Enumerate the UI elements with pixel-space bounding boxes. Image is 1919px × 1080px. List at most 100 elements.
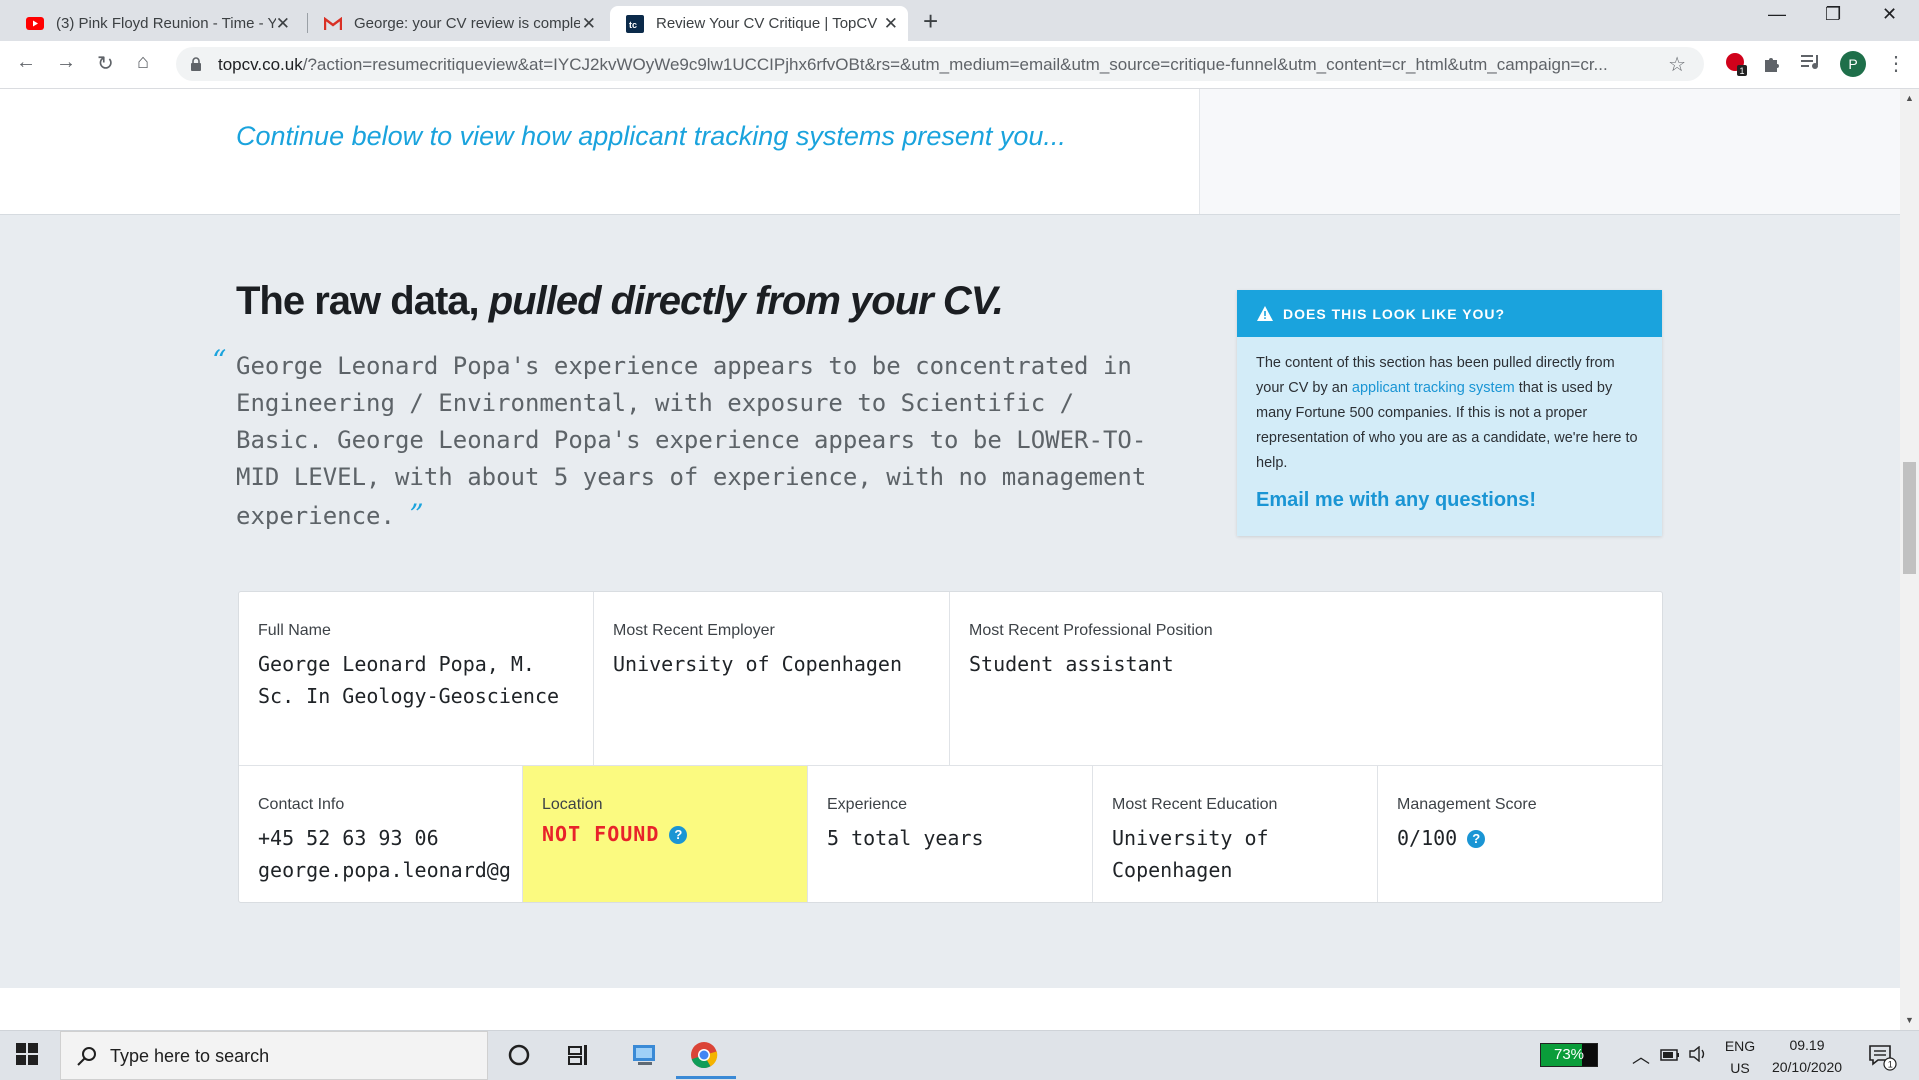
contact-cell: Contact Info +45 52 63 93 06 george.popa… [239,766,523,902]
close-tab-icon[interactable]: ✕ [884,14,898,34]
location-cell: Location NOT FOUND? [523,766,808,902]
file-manager-icon[interactable] [632,1043,658,1072]
callout-heading: DOES THIS LOOK LIKE YOU? [1283,305,1506,322]
contact-phone: +45 52 63 93 06 [258,826,439,850]
email-questions-link[interactable]: Email me with any questions! [1256,488,1643,513]
tab-title: Review Your CV Critique | TopCV [656,15,878,32]
search-placeholder: Type here to search [110,1046,270,1066]
restore-icon[interactable]: ❐ [1825,4,1841,25]
battery-indicator[interactable]: 73% [1540,1043,1598,1067]
full-name-cell: Full Name George Leonard Popa, M. Sc. In… [239,592,594,766]
notification-center-icon[interactable]: 1 [1869,1045,1897,1076]
volume-icon[interactable] [1689,1045,1709,1067]
topcv-icon: tc [626,14,644,33]
power-status-icon[interactable] [1660,1048,1680,1066]
tab-title: (3) Pink Floyd Reunion - Time - Y [56,15,276,32]
management-value: 0/100 [1397,826,1458,850]
previous-section: Continue below to view how applicant tra… [0,89,1900,215]
page-scrollbar[interactable]: ▲ ▼ [1900,89,1919,1030]
experience-cell: Experience 5 total years [808,766,1093,902]
window-close-icon[interactable]: ✕ [1882,4,1897,25]
field-label: Full Name [258,622,331,639]
tab-gmail[interactable]: George: your CV review is comple ✕ [308,6,606,41]
field-label: Most Recent Education [1112,796,1278,813]
field-label: Contact Info [258,796,345,813]
open-quote-icon: “ [212,344,227,377]
gmail-icon [324,15,342,33]
tray-chevron-icon[interactable]: ︿ [1632,1043,1650,1069]
svg-text:1: 1 [1888,1060,1893,1070]
field-label: Location [542,796,603,813]
extensions-puzzle-icon[interactable] [1762,53,1782,78]
contact-email: george.popa.leonard@g [258,858,511,882]
page-viewport: Continue below to view how applicant tra… [0,89,1900,1030]
svg-text:1: 1 [1740,66,1745,76]
employer-value: University of Copenhagen [613,652,902,676]
management-cell: Management Score 0/100? [1378,766,1662,902]
windows-taskbar: Type here to search 73% ︿ ENG US 09.19 2… [0,1030,1919,1080]
forward-icon[interactable]: → [56,51,76,74]
scroll-up-icon[interactable]: ▲ [1905,93,1914,103]
does-this-look-like-you-panel: DOES THIS LOOK LIKE YOU? The content of … [1237,290,1662,536]
scroll-thumb[interactable] [1903,462,1916,574]
chrome-taskbar-icon[interactable] [690,1041,718,1074]
input-language[interactable]: ENG US [1720,1038,1760,1076]
lock-icon [191,57,201,71]
profile-avatar[interactable]: P [1840,51,1866,77]
warning-icon [1257,306,1273,321]
browser-toolbar: ← → ↻ ⌂ topcv.co.uk/?action=resumecritiq… [0,41,1919,89]
cortana-icon[interactable] [508,1044,530,1071]
ats-link[interactable]: applicant tracking system [1352,380,1515,396]
tab-youtube[interactable]: (3) Pink Floyd Reunion - Time - Y ✕ [8,6,300,41]
next-section [0,988,1900,1030]
address-bar[interactable]: topcv.co.uk/?action=resumecritiqueview&a… [176,47,1704,81]
home-icon[interactable]: ⌂ [137,51,149,74]
clock[interactable]: 09.19 20/10/2020 [1766,1037,1848,1075]
ats-summary-quote: “ George Leonard Popa's experience appea… [212,344,1166,535]
taskbar-search-box[interactable]: Type here to search [60,1031,488,1080]
tab-title: George: your CV review is comple [354,15,580,32]
field-label: Most Recent Employer [613,622,775,639]
close-tab-icon[interactable]: ✕ [276,14,290,34]
employer-cell: Most Recent Employer University of Copen… [594,592,950,766]
education-value: University of Copenhagen [1112,826,1269,882]
field-label: Experience [827,796,908,813]
help-icon[interactable]: ? [669,826,688,844]
menu-kebab-icon[interactable]: ⋮ [1886,51,1906,76]
tab-strip: (3) Pink Floyd Reunion - Time - Y ✕ Geor… [0,0,1919,41]
scroll-down-icon[interactable]: ▼ [1905,1015,1914,1025]
url-text: topcv.co.uk/?action=resumecritiqueview&a… [218,55,1608,74]
close-tab-icon[interactable]: ✕ [582,14,596,34]
new-tab-button[interactable]: + [923,6,938,37]
cv-data-grid: Full Name George Leonard Popa, M. Sc. In… [238,591,1663,903]
experience-value: 5 total years [827,826,984,850]
field-label: Management Score [1397,796,1537,813]
minimize-icon[interactable]: — [1768,4,1786,25]
close-quote-icon: ” [409,498,424,531]
tab-topcv[interactable]: tc Review Your CV Critique | TopCV ✕ [610,6,908,41]
bookmark-star-icon[interactable]: ☆ [1668,52,1686,77]
continue-prompt: Continue below to view how applicant tra… [236,121,1066,151]
back-icon[interactable]: ← [16,51,36,74]
extension-adblock-icon[interactable]: 1 [1724,51,1748,82]
youtube-icon [26,15,44,33]
windows-start-icon[interactable] [16,1043,38,1070]
position-value: Student assistant [969,652,1174,676]
full-name-value: George Leonard Popa, M. Sc. In Geology-G… [258,652,560,708]
education-cell: Most Recent Education University of Cope… [1093,766,1378,902]
previous-section-sidebar [1199,89,1900,214]
search-icon [77,1047,96,1066]
reload-icon[interactable]: ↻ [97,51,114,76]
battery-percent: 73% [1553,1046,1585,1063]
position-cell: Most Recent Professional Position Studen… [950,592,1662,766]
callout-body: The content of this section has been pul… [1237,337,1662,513]
help-icon[interactable]: ? [1467,830,1486,848]
callout-header: DOES THIS LOOK LIKE YOU? [1237,290,1662,337]
raw-data-heading: The raw data, pulled directly from your … [236,279,1004,323]
media-queue-icon[interactable] [1801,53,1821,76]
field-label: Most Recent Professional Position [969,622,1213,639]
location-not-found: NOT FOUND [542,822,660,846]
ats-summary-text: George Leonard Popa's experience appears… [236,352,1147,530]
svg-text:tc: tc [629,20,637,30]
task-view-icon[interactable] [568,1044,590,1071]
